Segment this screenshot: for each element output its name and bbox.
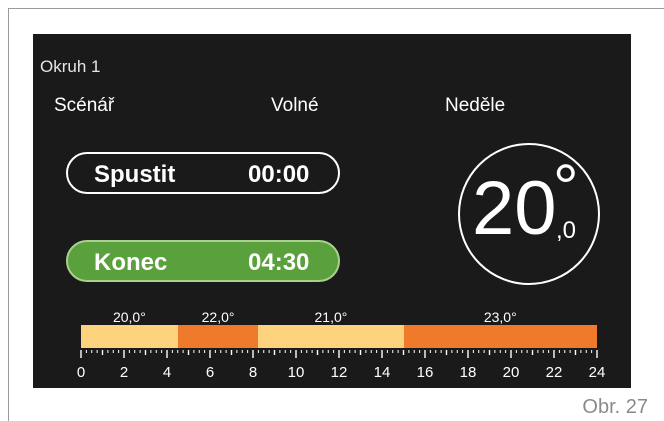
hour-label: 0: [76, 364, 86, 381]
hour-axis: [80, 350, 598, 358]
frame-top-border: [8, 8, 664, 9]
hour-label: 14: [373, 364, 391, 381]
hour-label: 16: [416, 364, 434, 381]
hour-label: 6: [205, 364, 215, 381]
hour-label: 18: [459, 364, 477, 381]
frame-left-border: [8, 8, 9, 421]
hour-label: 2: [119, 364, 129, 381]
hour-label: 20: [502, 364, 520, 381]
hour-label: 10: [287, 364, 305, 381]
hour-label: 24: [588, 364, 606, 381]
thermostat-screen: Okruh 1 Scénář Volné Neděle Spustit 00:0…: [33, 34, 631, 388]
hour-label: 8: [248, 364, 258, 381]
hour-label: 12: [330, 364, 348, 381]
hour-label: 4: [162, 364, 172, 381]
figure-label: Obr. 27: [582, 396, 648, 418]
hour-label: 22: [545, 364, 563, 381]
